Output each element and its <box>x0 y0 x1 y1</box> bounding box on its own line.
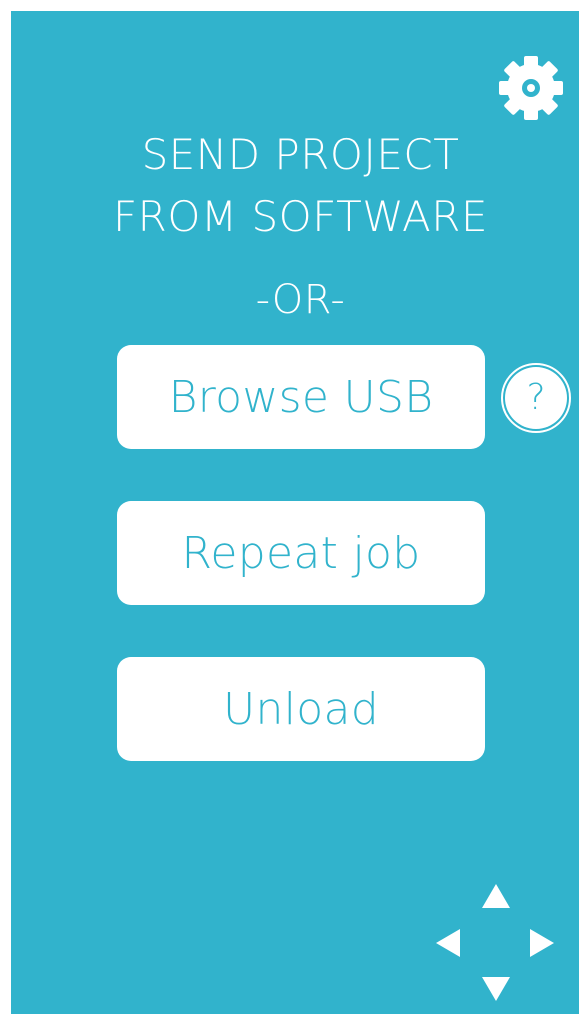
or-separator: -OR- <box>255 277 346 323</box>
heading-line-2: FROM SOFTWARE <box>113 192 488 241</box>
repeat-job-label: Repeat job <box>181 527 421 579</box>
heading-line-1: SEND PROJECT <box>141 130 460 179</box>
unload-label: Unload <box>223 683 379 735</box>
main-screen: SEND PROJECT FROM SOFTWARE -OR- Browse U… <box>11 11 579 1014</box>
gear-icon[interactable] <box>498 55 564 121</box>
arrow-down-icon[interactable] <box>482 977 510 1001</box>
arrow-right-icon[interactable] <box>530 929 554 957</box>
browse-usb-button[interactable]: Browse USB <box>117 345 485 449</box>
unload-button[interactable]: Unload <box>117 657 485 761</box>
arrow-up-icon[interactable] <box>482 884 510 908</box>
arrow-left-icon[interactable] <box>436 929 460 957</box>
repeat-job-button[interactable]: Repeat job <box>117 501 485 605</box>
browse-usb-label: Browse USB <box>168 371 434 423</box>
help-label: ? <box>526 377 546 418</box>
gear-icon-graphic <box>499 56 563 120</box>
help-icon: ? <box>505 367 567 429</box>
help-button[interactable]: ? <box>501 363 571 433</box>
